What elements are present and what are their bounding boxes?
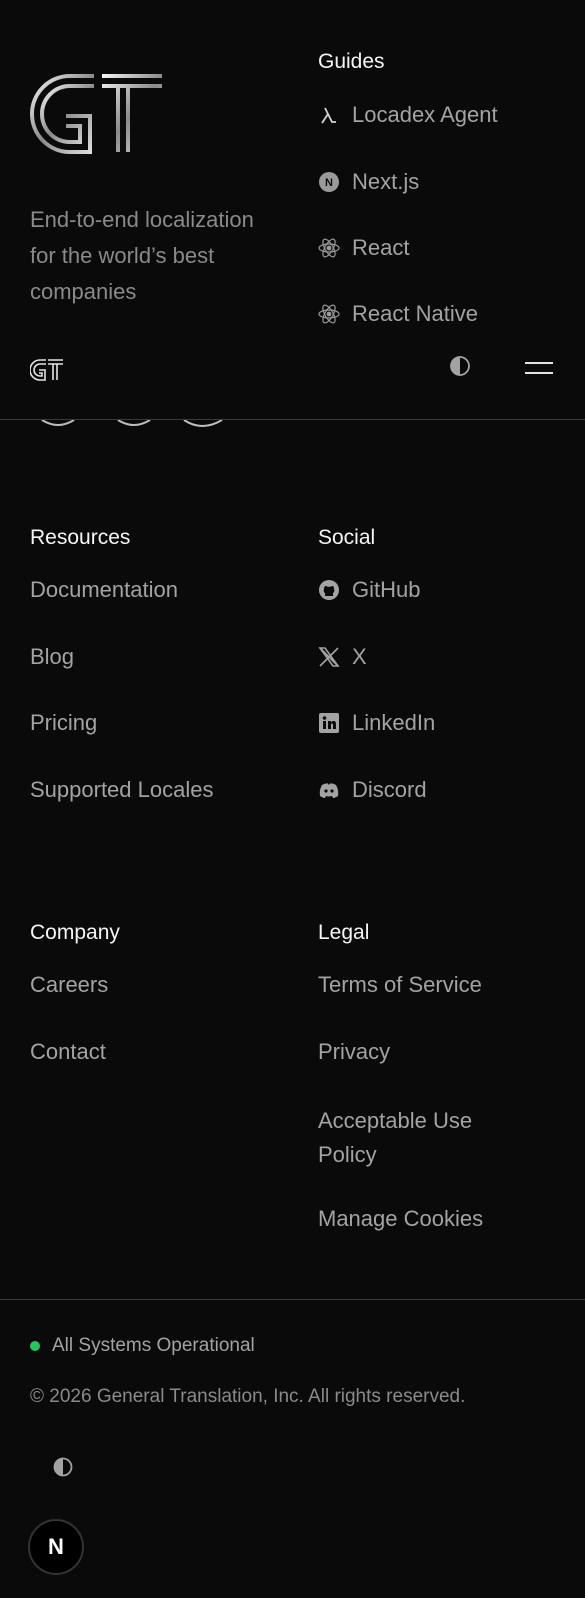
company-heading: Company	[30, 921, 120, 944]
nextjs-icon: N	[318, 171, 340, 193]
guide-link-react[interactable]: React	[318, 235, 409, 261]
react-icon	[318, 303, 340, 325]
legal-link-terms[interactable]: Terms of Service	[318, 972, 482, 998]
status-dot-icon	[30, 1341, 40, 1351]
react-icon	[318, 237, 340, 259]
guides-heading: Guides	[318, 50, 385, 73]
guide-label: Next.js	[352, 169, 420, 194]
social-link-github[interactable]: GitHub	[318, 577, 420, 603]
menu-icon[interactable]	[525, 360, 553, 376]
resources-link-blog[interactable]: Blog	[30, 644, 74, 670]
tagline: End-to-end localization for the world’s …	[30, 207, 254, 304]
social-heading: Social	[318, 526, 376, 549]
legal-link-manage-cookies[interactable]: Manage Cookies	[318, 1206, 483, 1232]
copyright: © 2026 General Translation, Inc. All rig…	[30, 1386, 466, 1407]
discord-icon	[318, 779, 340, 801]
system-status[interactable]: All Systems Operational	[30, 1335, 255, 1357]
resources-heading: Resources	[30, 526, 131, 549]
resources-link-pricing[interactable]: Pricing	[30, 710, 97, 736]
social-link-x[interactable]: X	[318, 644, 367, 670]
company-link-contact[interactable]: Contact	[30, 1039, 106, 1065]
theme-toggle-icon[interactable]	[448, 354, 472, 378]
legal-link-privacy[interactable]: Privacy	[318, 1039, 390, 1065]
social-label: Discord	[352, 777, 427, 802]
guide-label: React Native	[352, 301, 478, 326]
x-icon	[318, 646, 340, 668]
resources-link-documentation[interactable]: Documentation	[30, 577, 178, 603]
social-label: GitHub	[352, 577, 421, 602]
legal-heading: Legal	[318, 921, 370, 944]
svg-text:N: N	[325, 177, 333, 189]
guide-link-react-native[interactable]: React Native	[318, 301, 478, 327]
header-bar	[0, 332, 585, 420]
guide-label: Locadex Agent	[352, 102, 498, 127]
nextjs-devtools-button[interactable]: N	[28, 1519, 84, 1575]
footer-divider	[0, 1299, 585, 1300]
status-label: All Systems Operational	[52, 1335, 255, 1356]
lambda-icon	[318, 104, 340, 126]
guide-link-locadex[interactable]: Locadex Agent	[318, 102, 498, 128]
guide-link-nextjs[interactable]: N Next.js	[318, 169, 419, 195]
legal-link-acceptable-use[interactable]: Acceptable Use Policy	[318, 1104, 518, 1172]
gt-logo-small[interactable]	[30, 358, 64, 382]
company-link-careers[interactable]: Careers	[30, 972, 108, 998]
gt-logo[interactable]	[30, 72, 164, 156]
certification-badges	[41, 420, 223, 427]
social-link-discord[interactable]: Discord	[318, 777, 427, 803]
guide-label: React	[352, 235, 410, 260]
resources-link-supported-locales[interactable]: Supported Locales	[30, 777, 213, 803]
social-label: LinkedIn	[352, 710, 436, 735]
social-link-linkedin[interactable]: LinkedIn	[318, 710, 435, 736]
theme-toggle-icon[interactable]	[52, 1456, 74, 1478]
nextjs-devtools-label: N	[48, 1534, 64, 1559]
social-label: X	[352, 644, 367, 669]
linkedin-icon	[318, 712, 340, 734]
github-icon	[318, 579, 340, 601]
